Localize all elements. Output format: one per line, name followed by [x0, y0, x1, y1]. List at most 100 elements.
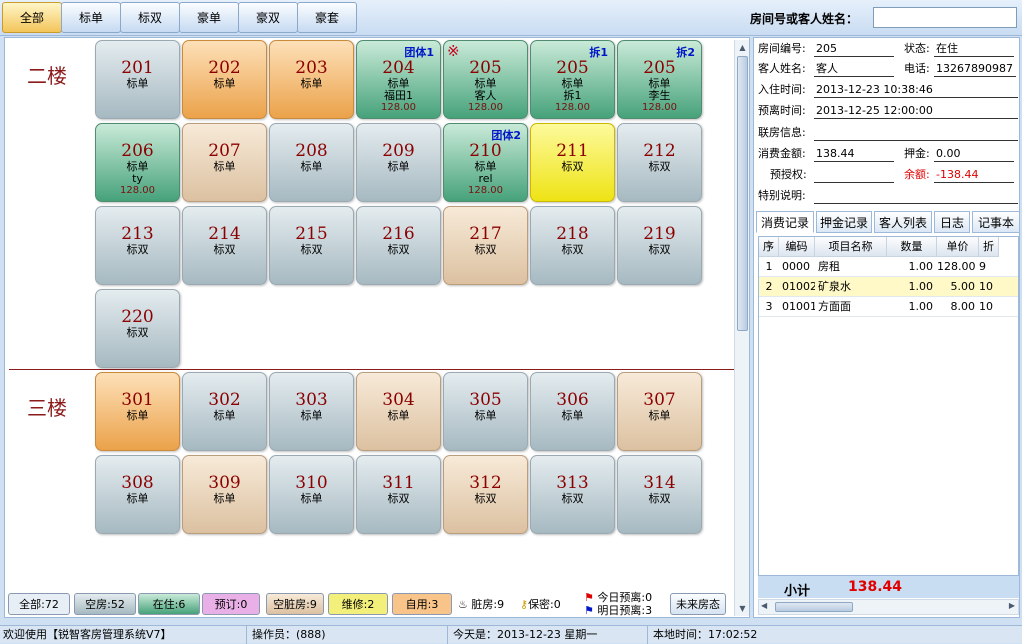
room-311[interactable]: 311 标双: [356, 455, 441, 534]
legend-dirty-vacant[interactable]: 空脏房:9: [266, 593, 324, 615]
table-cell: 矿泉水: [818, 280, 851, 293]
future-status-button[interactable]: 未来房态: [670, 593, 726, 615]
room-208[interactable]: 208 标单: [269, 123, 354, 202]
room-205[interactable]: 拆2 205 标单 李生 128.00: [617, 40, 702, 119]
room-209[interactable]: 209 标单: [356, 123, 441, 202]
column-header[interactable]: 项目名称: [815, 237, 887, 257]
room-210[interactable]: 团体2 210 标单 rel 128.00: [443, 123, 528, 202]
room-number: 219: [643, 224, 676, 244]
room-310[interactable]: 310 标单: [269, 455, 354, 534]
room-202[interactable]: 202 标单: [182, 40, 267, 119]
room-207[interactable]: 207 标单: [182, 123, 267, 202]
tab-4[interactable]: 豪双: [238, 2, 298, 33]
room-number: 205: [643, 58, 676, 78]
tab-1[interactable]: 标单: [61, 2, 121, 33]
scroll-thumb[interactable]: [737, 56, 748, 331]
column-header[interactable]: 单价: [937, 237, 979, 257]
scroll-up-icon[interactable]: ▲: [735, 40, 750, 55]
status-legend: 全部:72 空房:52 在住:6 预订:0 空脏房:9 维修:2 自用:3 ♨ …: [4, 590, 750, 618]
room-213[interactable]: 213 标双: [95, 206, 180, 285]
room-301[interactable]: 301 标单: [95, 372, 180, 451]
record-tab-2[interactable]: 客人列表: [874, 211, 932, 233]
table-cell: 10: [979, 300, 993, 313]
record-tab-4[interactable]: 记事本: [972, 211, 1020, 233]
h-scroll-thumb[interactable]: [775, 602, 853, 612]
column-header[interactable]: 编码: [779, 237, 815, 257]
room-info-panel: 房间编号: 205 状态: 在住 客人姓名: 客人 电话: 13267890987 入住…: [753, 37, 1020, 618]
column-header[interactable]: 序: [759, 237, 779, 257]
search-label: 房间号或客人姓名：: [750, 12, 859, 26]
room-314[interactable]: 314 标双: [617, 455, 702, 534]
tab-3[interactable]: 豪单: [179, 2, 239, 33]
room-306[interactable]: 306 标单: [530, 372, 615, 451]
tab-2[interactable]: 标双: [120, 2, 180, 33]
table-row[interactable]: 1 0000 房租 1.00 128.00 9: [759, 257, 1018, 277]
room-218[interactable]: 218 标双: [530, 206, 615, 285]
record-tab-1[interactable]: 押金记录: [816, 211, 872, 233]
guest-name: 客人: [474, 89, 497, 102]
legend-self-use[interactable]: 自用:3: [392, 593, 452, 615]
room-307[interactable]: 307 标单: [617, 372, 702, 451]
tab-5[interactable]: 豪套: [297, 2, 357, 33]
room-302[interactable]: 302 标单: [182, 372, 267, 451]
room-211[interactable]: 211 标双: [530, 123, 615, 202]
table-row[interactable]: 3 01001 方面面 1.00 8.00 10: [759, 297, 1018, 317]
status-value: 在住: [934, 40, 1014, 57]
room-number: 205: [556, 58, 589, 78]
room-203[interactable]: 203 标单: [269, 40, 354, 119]
room-313[interactable]: 313 标双: [530, 455, 615, 534]
room-303[interactable]: 303 标单: [269, 372, 354, 451]
room-309[interactable]: 309 标单: [182, 455, 267, 534]
room-308[interactable]: 308 标单: [95, 455, 180, 534]
room-number: 203: [295, 58, 328, 78]
special-mark-icon: ※: [447, 42, 460, 60]
room-type: 标双: [387, 492, 410, 505]
room-206[interactable]: 206 标单 ty 128.00: [95, 123, 180, 202]
room-number: 211: [556, 141, 589, 161]
room-205[interactable]: ※ 205 标单 客人 128.00: [443, 40, 528, 119]
room-201[interactable]: 201 标单: [95, 40, 180, 119]
legend-repair[interactable]: 维修:2: [328, 593, 388, 615]
leave-tomorrow-icon: ⚑: [584, 604, 594, 617]
search-input[interactable]: [873, 7, 1017, 28]
room-217[interactable]: 217 标双: [443, 206, 528, 285]
room-215[interactable]: 215 标双: [269, 206, 354, 285]
room-304[interactable]: 304 标单: [356, 372, 441, 451]
linked-row: 联房信息:: [758, 124, 1020, 144]
tab-0[interactable]: 全部: [2, 2, 62, 33]
room-type: 标双: [648, 492, 671, 505]
room-216[interactable]: 216 标双: [356, 206, 441, 285]
scroll-left-icon[interactable]: ◀: [761, 601, 767, 610]
room-305[interactable]: 305 标单: [443, 372, 528, 451]
legend-all[interactable]: 全部:72: [8, 593, 70, 615]
checkin-value: 2013-12-23 10:38:46: [814, 81, 1018, 98]
room-204[interactable]: 团体1 204 标单 福田1 128.00: [356, 40, 441, 119]
column-header[interactable]: 折: [979, 237, 999, 257]
table-cell: 5.00: [950, 280, 976, 293]
horizontal-scrollbar[interactable]: ◀ ▶: [758, 599, 1019, 615]
special-value: [814, 187, 1018, 204]
table-cell: 128.00: [937, 260, 976, 273]
room-212[interactable]: 212 标双: [617, 123, 702, 202]
scroll-right-icon[interactable]: ▶: [1009, 601, 1015, 610]
guest-name: 福田1: [384, 89, 413, 102]
room-312[interactable]: 312 标双: [443, 455, 528, 534]
table-cell: 2: [765, 280, 773, 293]
record-tab-3[interactable]: 日志: [934, 211, 970, 233]
preauth-label: 预授权:: [770, 168, 807, 181]
vertical-scrollbar[interactable]: ▲ ▼: [734, 40, 749, 616]
floor-label-2: 二楼: [27, 64, 67, 88]
table-row[interactable]: 2 01002 矿泉水 1.00 5.00 10: [759, 277, 1018, 297]
room-number: 218: [556, 224, 589, 244]
room-number: 302: [208, 390, 241, 410]
legend-reserved[interactable]: 预订:0: [202, 593, 260, 615]
legend-secret-text: 保密:0: [528, 598, 561, 611]
room-205[interactable]: 拆1 205 标单 拆1 128.00: [530, 40, 615, 119]
legend-vacant[interactable]: 空房:52: [74, 593, 136, 615]
room-220[interactable]: 220 标双: [95, 289, 180, 368]
legend-occupied[interactable]: 在住:6: [138, 593, 200, 615]
room-214[interactable]: 214 标双: [182, 206, 267, 285]
column-header[interactable]: 数量: [887, 237, 937, 257]
record-tab-0[interactable]: 消费记录: [756, 211, 814, 233]
room-219[interactable]: 219 标双: [617, 206, 702, 285]
